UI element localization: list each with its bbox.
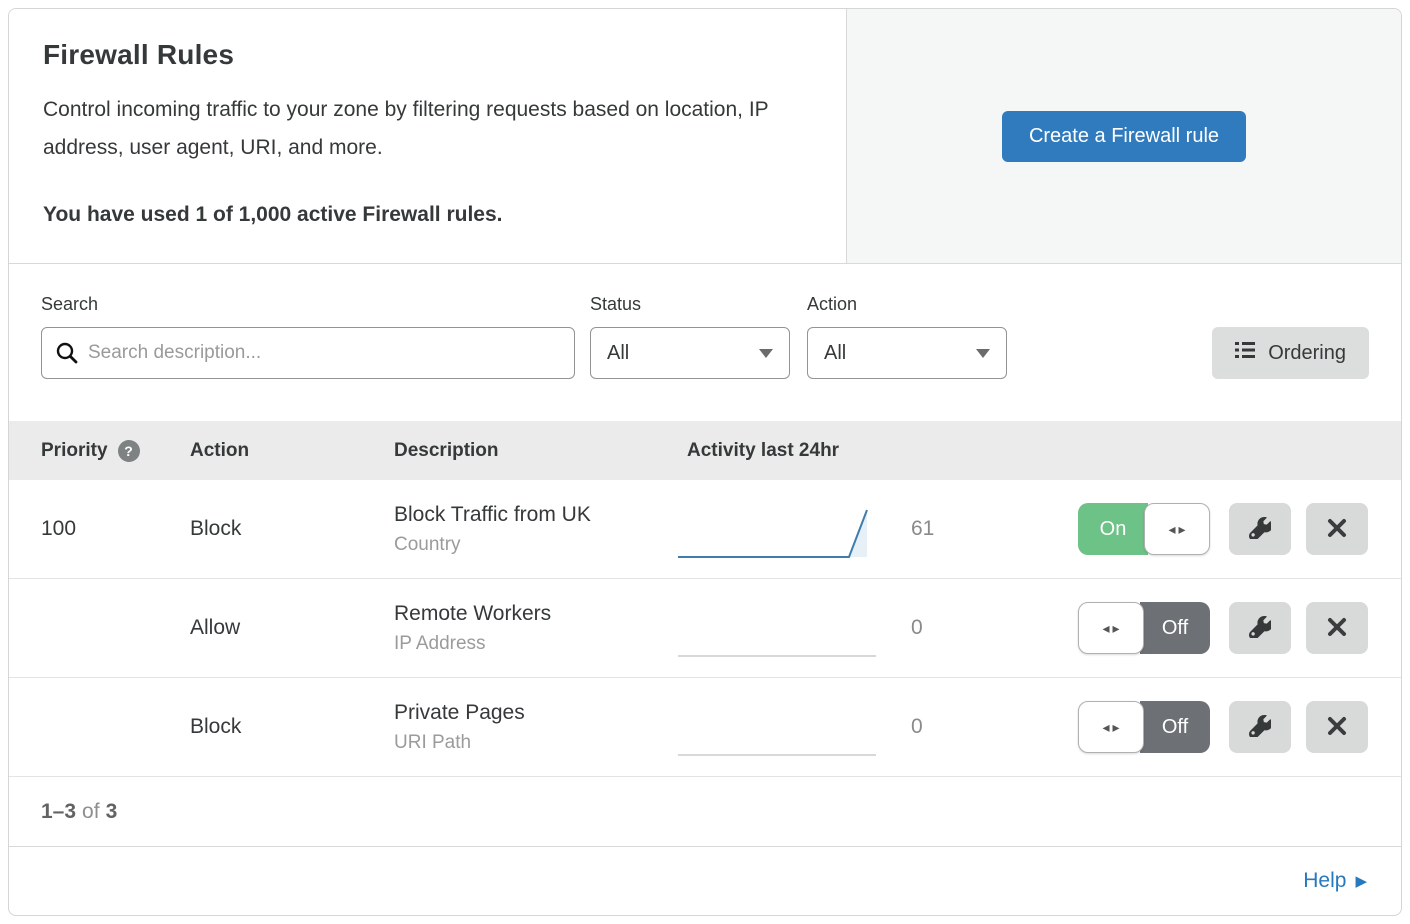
- table-header-row: Priority ? Action Description Activity l…: [9, 421, 1401, 480]
- activity-count: 0: [877, 616, 1007, 640]
- close-icon: [1327, 617, 1347, 640]
- search-label: Search: [41, 294, 575, 315]
- help-link-label: Help: [1303, 869, 1346, 893]
- rule-type: IP Address: [394, 633, 677, 655]
- firewall-rules-panel: Firewall Rules Control incoming traffic …: [8, 8, 1402, 916]
- close-icon: [1327, 716, 1347, 739]
- delete-rule-button[interactable]: [1306, 503, 1368, 555]
- action-select[interactable]: All: [807, 327, 1007, 379]
- delete-rule-button[interactable]: [1306, 602, 1368, 654]
- rule-enabled-toggle[interactable]: On ◂ ▸: [1078, 503, 1214, 555]
- arrow-right-icon: ▸: [1179, 521, 1186, 538]
- arrow-right-icon: ▸: [1113, 719, 1120, 736]
- status-select[interactable]: All: [590, 327, 790, 379]
- pagination-of-label: of: [82, 800, 100, 824]
- list-ordering-icon: [1235, 341, 1255, 365]
- column-header-activity: Activity last 24hr: [677, 440, 1401, 462]
- close-icon: [1327, 518, 1347, 541]
- footer-bar: Help ▶: [9, 847, 1401, 915]
- rule-action: Allow: [190, 616, 394, 640]
- pagination-range: 1–3: [41, 800, 76, 824]
- arrow-left-icon: ◂: [1102, 620, 1109, 637]
- column-header-description: Description: [394, 440, 677, 462]
- search-field-group: Search: [41, 294, 575, 379]
- rule-type: Country: [394, 534, 677, 556]
- action-label: Action: [807, 294, 1007, 315]
- filter-bar: Search Status All Action All: [9, 264, 1401, 421]
- wrench-icon: [1249, 517, 1271, 542]
- toggle-knob[interactable]: ◂ ▸: [1078, 701, 1144, 753]
- activity-sparkline: [677, 587, 877, 670]
- priority-help-icon[interactable]: ?: [118, 440, 140, 462]
- rule-description: Remote Workers: [394, 602, 677, 626]
- rule-enabled-toggle[interactable]: ◂ ▸ Off: [1078, 602, 1214, 654]
- rule-description: Private Pages: [394, 701, 677, 725]
- toggle-knob[interactable]: ◂ ▸: [1078, 602, 1144, 654]
- chevron-down-icon: [759, 349, 773, 358]
- arrow-left-icon: ◂: [1168, 521, 1175, 538]
- header-action-panel: Create a Firewall rule: [847, 9, 1401, 263]
- edit-rule-button[interactable]: [1229, 701, 1291, 753]
- help-link[interactable]: Help ▶: [1303, 869, 1367, 893]
- toggle-state-label: On: [1078, 503, 1148, 555]
- column-header-priority: Priority: [41, 440, 108, 462]
- arrow-right-icon: ▶: [1355, 872, 1367, 890]
- wrench-icon: [1249, 616, 1271, 641]
- edit-rule-button[interactable]: [1229, 503, 1291, 555]
- activity-sparkline: [677, 488, 877, 571]
- table-row: Block Private Pages URI Path 0 ◂ ▸ Off: [9, 678, 1401, 777]
- table-row: Allow Remote Workers IP Address 0 ◂ ▸ Of…: [9, 579, 1401, 678]
- ordering-button[interactable]: Ordering: [1212, 327, 1369, 379]
- create-firewall-rule-button[interactable]: Create a Firewall rule: [1002, 111, 1246, 162]
- chevron-down-icon: [976, 349, 990, 358]
- column-header-action: Action: [190, 440, 394, 462]
- status-field-group: Status All: [590, 294, 790, 379]
- search-icon: [55, 341, 79, 365]
- rules-table: Priority ? Action Description Activity l…: [9, 421, 1401, 777]
- toggle-state-label: Off: [1140, 701, 1210, 753]
- activity-count: 61: [877, 517, 1007, 541]
- ordering-button-label: Ordering: [1268, 342, 1346, 365]
- header-text-block: Firewall Rules Control incoming traffic …: [9, 9, 847, 263]
- table-row: 100 Block Block Traffic from UK Country …: [9, 480, 1401, 579]
- pagination-bar: 1–3 of 3: [9, 777, 1401, 847]
- search-input[interactable]: [41, 327, 575, 379]
- rule-description: Block Traffic from UK: [394, 503, 677, 527]
- activity-sparkline: [677, 686, 877, 769]
- activity-count: 0: [877, 715, 1007, 739]
- arrow-right-icon: ▸: [1113, 620, 1120, 637]
- toggle-state-label: Off: [1140, 602, 1210, 654]
- status-label: Status: [590, 294, 790, 315]
- pagination-total: 3: [106, 800, 118, 824]
- wrench-icon: [1249, 715, 1271, 740]
- arrow-left-icon: ◂: [1102, 719, 1109, 736]
- action-selected-value: All: [824, 342, 846, 365]
- rule-priority: 100: [9, 517, 190, 541]
- status-selected-value: All: [607, 342, 629, 365]
- header-section: Firewall Rules Control incoming traffic …: [9, 9, 1401, 264]
- rule-action: Block: [190, 517, 394, 541]
- page-description: Control incoming traffic to your zone by…: [43, 91, 812, 167]
- rule-action: Block: [190, 715, 394, 739]
- toggle-knob[interactable]: ◂ ▸: [1144, 503, 1210, 555]
- action-field-group: Action All: [807, 294, 1007, 379]
- usage-summary: You have used 1 of 1,000 active Firewall…: [43, 203, 812, 227]
- edit-rule-button[interactable]: [1229, 602, 1291, 654]
- rule-enabled-toggle[interactable]: ◂ ▸ Off: [1078, 701, 1214, 753]
- rule-type: URI Path: [394, 732, 677, 754]
- delete-rule-button[interactable]: [1306, 701, 1368, 753]
- page-title: Firewall Rules: [43, 39, 812, 71]
